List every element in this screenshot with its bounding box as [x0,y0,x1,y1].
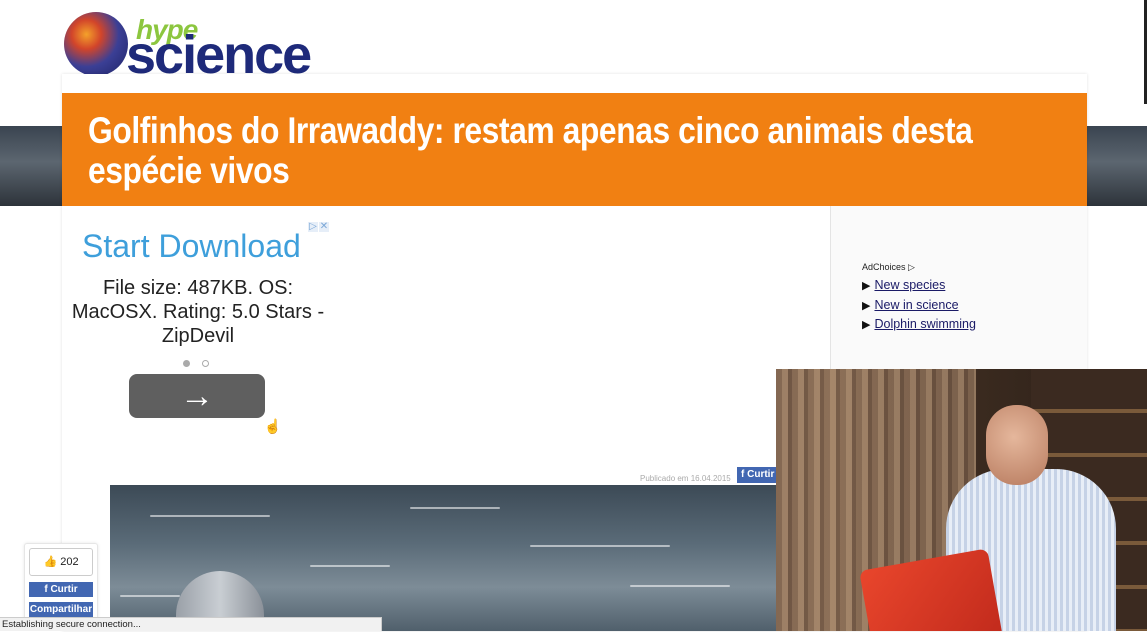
facebook-share-button[interactable]: Compartilhar [29,602,93,617]
ad-next-button[interactable]: → [129,374,265,418]
presenter-video-overlay [776,369,1147,631]
carousel-dot[interactable] [202,360,209,367]
sidebar: AdChoices ▷ ▶ New species ▶ New in science… [831,206,1087,376]
presenter-head [986,405,1048,485]
site-logo[interactable]: hype science [64,12,334,85]
ad-carousel-dots [183,354,221,372]
like-count-box: 👍 202 [29,548,93,576]
ad-description: File size: 487KB. OS: MacOSX. Rating: 5.… [71,277,325,347]
sidebar-link-new-species[interactable]: New species [874,278,945,292]
adchoices-label[interactable]: AdChoices ▷ [862,262,915,273]
advertisement: ▷ ✕ Start Download File size: 487KB. OS: … [70,220,332,435]
play-arrow-icon: ▶ [862,280,871,292]
thumbs-up-icon: 👍 [43,556,58,568]
adchoices-icon: ▷ [908,262,915,272]
facebook-icon: f [741,469,745,480]
facebook-like-button-top[interactable]: f Curtir [737,467,781,483]
globe-icon [64,12,128,76]
sidebar-link-new-in-science[interactable]: New in science [874,298,958,312]
play-arrow-icon: ▶ [862,299,871,312]
ad-info-icons[interactable]: ▷ ✕ [307,221,329,232]
social-share-widget: 👍 202 f Curtir Compartilhar [24,543,98,625]
facebook-icon: f [44,584,48,595]
publish-date: Publicado em 16.04.2015 [640,474,731,483]
arrow-right-icon: → [180,377,214,415]
sidebar-link-list: ▶ New species ▶ New in science ▶ Dolphin sw… [862,278,976,337]
article-title: Golfinhos do Irrawaddy: restam apenas ci… [88,110,973,191]
hand-cursor-icon: ☝ [264,418,282,434]
sidebar-link-dolphin-swimming[interactable]: Dolphin swimming [874,317,975,331]
article-title-banner: Golfinhos do Irrawaddy: restam apenas ci… [62,93,1087,206]
article-photo-dolphin [110,485,776,631]
browser-status-bar: Establishing secure connection... [0,617,382,631]
sidebar-link-item[interactable]: ▶ Dolphin swimming [862,317,976,337]
ad-close-icon[interactable]: ✕ [319,222,329,232]
sidebar-link-item[interactable]: ▶ New species [862,278,976,298]
sidebar-link-item[interactable]: ▶ New in science [862,298,976,318]
ad-info-icon[interactable]: ▷ [308,222,318,232]
carousel-dot-active[interactable] [183,360,190,367]
facebook-like-button[interactable]: f Curtir [29,582,93,597]
ad-headline[interactable]: Start Download [82,228,301,265]
play-arrow-icon: ▶ [862,319,871,331]
